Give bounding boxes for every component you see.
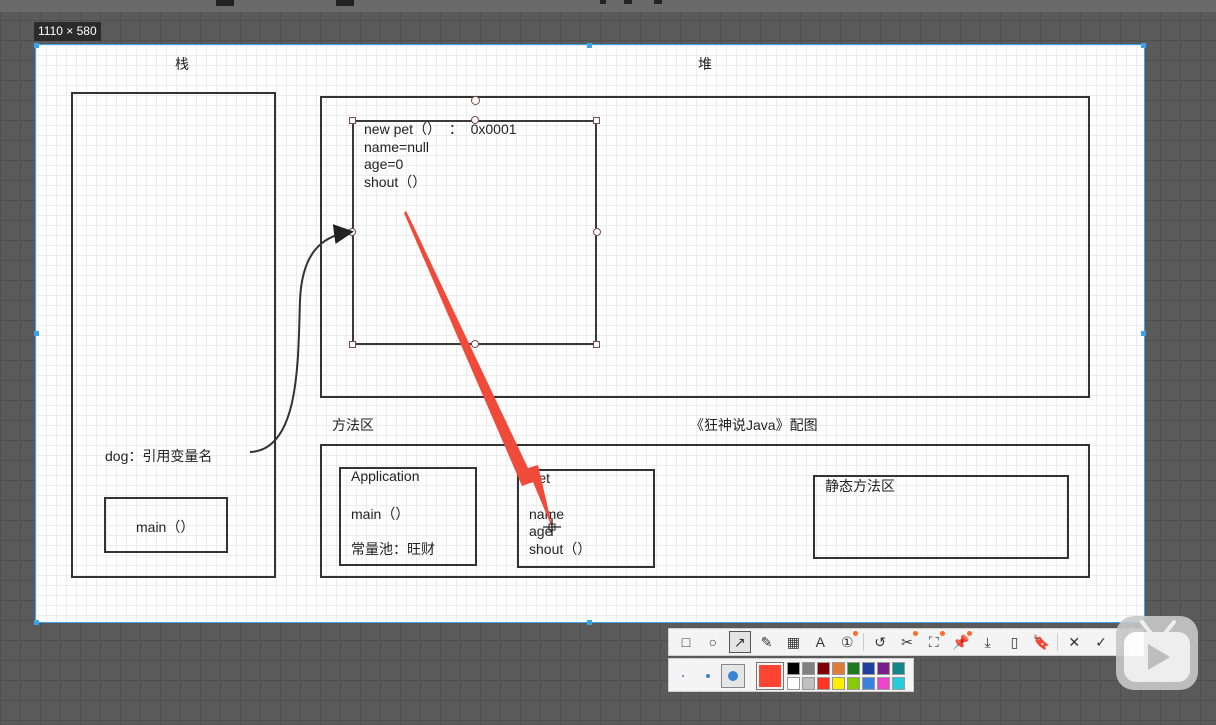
heap-object-line-1: new pet（） ： 0x0001 bbox=[364, 121, 517, 137]
style-toolbar bbox=[668, 658, 914, 692]
selection-handle-tl[interactable] bbox=[34, 43, 39, 48]
color-swatch[interactable] bbox=[817, 662, 830, 675]
static-method-area-label: 静态方法区 bbox=[825, 478, 895, 494]
heap-object-line-3: age=0 bbox=[364, 156, 404, 172]
dog-variable-label: dog：引用变量名 bbox=[105, 448, 213, 464]
selection-handle-tr[interactable] bbox=[1141, 43, 1146, 48]
close-icon[interactable]: ✕ bbox=[1063, 631, 1085, 653]
resize-handle-top-left[interactable] bbox=[349, 117, 356, 124]
heap-object-line-2: name=null bbox=[364, 139, 429, 155]
brush-size-medium[interactable] bbox=[696, 664, 720, 688]
capture-canvas[interactable]: 栈 堆 dog：引用变量名 main（） new pet（） ： 0x0001 … bbox=[35, 44, 1145, 623]
check-icon[interactable]: ✓ bbox=[1090, 631, 1112, 653]
color-swatch[interactable] bbox=[802, 677, 815, 690]
color-swatch[interactable] bbox=[862, 662, 875, 675]
bookmark-icon[interactable]: 🔖 bbox=[1030, 631, 1052, 653]
color-swatch[interactable] bbox=[877, 677, 890, 690]
main-frame-label: main（） bbox=[136, 519, 195, 535]
selection-handle-bl[interactable] bbox=[34, 620, 39, 625]
number-tool-icon[interactable]: ① bbox=[836, 631, 859, 653]
pin-icon[interactable]: 📌 bbox=[950, 631, 972, 653]
application-class-title: Application bbox=[351, 468, 420, 484]
method-area-title: 方法区 bbox=[332, 417, 374, 433]
color-swatch[interactable] bbox=[802, 662, 815, 675]
stack-title: 栈 bbox=[175, 56, 189, 72]
resize-handle-bottom-right[interactable] bbox=[593, 341, 600, 348]
text-tool-icon[interactable]: A bbox=[809, 631, 831, 653]
ocr-icon[interactable]: ⛶ bbox=[923, 631, 945, 653]
rectangle-tool-icon[interactable]: □ bbox=[675, 631, 697, 653]
color-swatch[interactable] bbox=[847, 677, 860, 690]
selection-dimensions-badge: 1110 × 580 bbox=[34, 22, 101, 41]
undo-icon[interactable]: ↺ bbox=[869, 631, 891, 653]
selection-handle-mr[interactable] bbox=[1141, 331, 1146, 336]
color-swatch[interactable] bbox=[877, 662, 890, 675]
color-swatch[interactable] bbox=[787, 677, 800, 690]
scissors-icon[interactable]: ✂ bbox=[896, 631, 918, 653]
toolbar-separator bbox=[1057, 633, 1059, 651]
bilibili-tv-logo bbox=[1116, 616, 1198, 690]
current-color-swatch[interactable] bbox=[756, 662, 784, 690]
color-swatch[interactable] bbox=[862, 677, 875, 690]
selection-handle-bc[interactable] bbox=[587, 620, 592, 625]
toolbar-separator bbox=[863, 633, 865, 651]
brush-size-small[interactable] bbox=[671, 664, 695, 688]
brush-size-large[interactable] bbox=[721, 664, 745, 688]
resize-handle-left[interactable] bbox=[348, 228, 356, 236]
pet-field-name: name bbox=[529, 506, 565, 522]
ellipse-tool-icon[interactable]: ○ bbox=[702, 631, 724, 653]
color-swatch[interactable] bbox=[817, 677, 830, 690]
annotation-toolbar: □○↗✎▦A①↺✂⛶📌⤓▯🔖✕✓完成 bbox=[668, 627, 1144, 658]
download-icon[interactable]: ⤓ bbox=[977, 631, 999, 653]
arrow-tool-icon[interactable]: ↗ bbox=[728, 631, 751, 653]
color-swatch[interactable] bbox=[832, 677, 845, 690]
pet-class-title: Pet bbox=[529, 470, 551, 486]
resize-handle-bottom[interactable] bbox=[471, 340, 479, 348]
color-swatch[interactable] bbox=[892, 662, 905, 675]
pet-field-age: age bbox=[529, 523, 553, 539]
selection-handle-ml[interactable] bbox=[34, 331, 39, 336]
color-swatch[interactable] bbox=[832, 662, 845, 675]
pet-method-shout: shout（） bbox=[529, 541, 592, 557]
figure-caption: 《狂神说Java》配图 bbox=[690, 417, 818, 433]
heap-object-line-4: shout（） bbox=[364, 174, 427, 190]
color-swatch[interactable] bbox=[847, 662, 860, 675]
pen-tool-icon[interactable]: ✎ bbox=[756, 631, 778, 653]
top-toolbar-strip bbox=[0, 0, 1216, 12]
resize-handle-top[interactable] bbox=[471, 116, 479, 124]
rotate-handle[interactable] bbox=[471, 96, 480, 105]
application-main-method: main（） bbox=[351, 506, 410, 522]
selection-handle-tc[interactable] bbox=[587, 43, 592, 48]
phone-icon[interactable]: ▯ bbox=[1004, 631, 1026, 653]
color-swatch[interactable] bbox=[892, 677, 905, 690]
color-swatch[interactable] bbox=[787, 662, 800, 675]
resize-handle-bottom-left[interactable] bbox=[349, 341, 356, 348]
resize-handle-right[interactable] bbox=[593, 228, 601, 236]
mosaic-tool-icon[interactable]: ▦ bbox=[783, 631, 805, 653]
resize-handle-top-right[interactable] bbox=[593, 117, 600, 124]
application-constant-pool: 常量池：旺财 bbox=[351, 541, 435, 557]
heap-title: 堆 bbox=[698, 56, 712, 72]
